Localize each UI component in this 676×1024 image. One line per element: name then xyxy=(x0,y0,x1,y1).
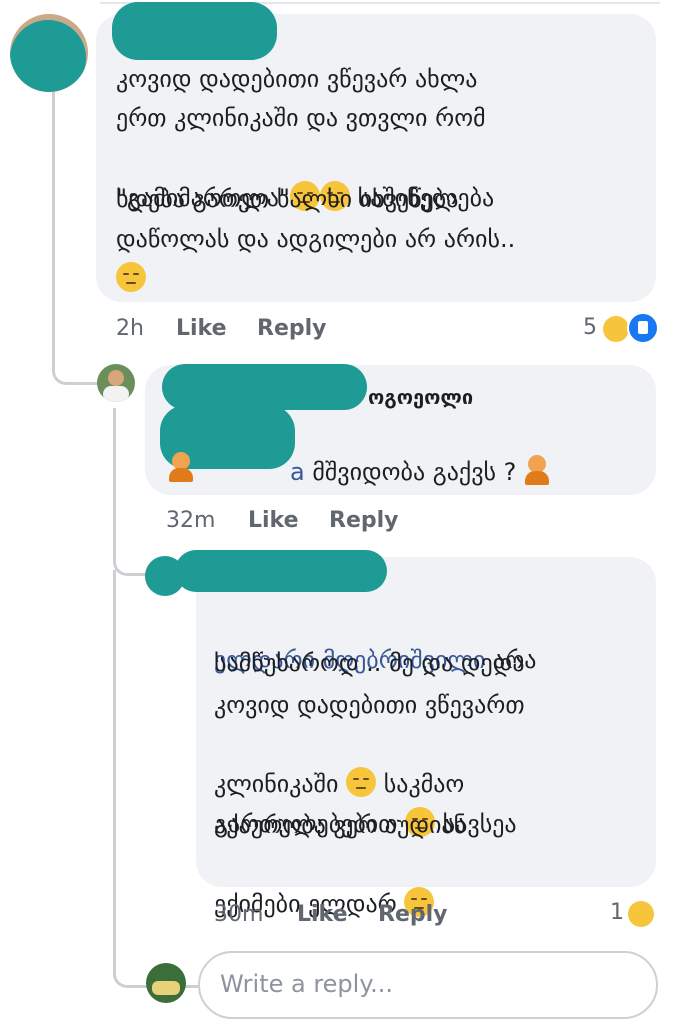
comment-text-line: ერთ კლინიკაში და ვთვლი რომ xyxy=(116,104,486,132)
thread-line-2 xyxy=(113,408,148,576)
reply-timestamp: 30m xyxy=(214,902,264,927)
thread-line-3 xyxy=(113,570,201,988)
like-reaction-icon[interactable] xyxy=(627,312,659,344)
sad-reaction-icon[interactable] xyxy=(603,316,629,342)
reply-input-placeholder: Write a reply... xyxy=(220,970,394,998)
reply-button[interactable]: Reply xyxy=(378,902,448,927)
reply-text-line: კოვიდ დადებითი ვწევართ xyxy=(214,691,525,719)
reply-text-line: სამწუხაროდ .. მე და დედა xyxy=(214,649,525,677)
reply-button[interactable]: Reply xyxy=(257,316,327,341)
name-redaction xyxy=(162,364,367,410)
name-redaction xyxy=(175,550,387,592)
reply-text-fragment: მშვიდობა გაქვს ? xyxy=(304,458,525,486)
comment-timestamp: 2h xyxy=(116,316,144,341)
reaction-count[interactable]: 1 xyxy=(610,900,624,925)
reply-text-line: აქაურობა ვერ აუდიან xyxy=(214,811,467,839)
current-user-avatar xyxy=(146,963,186,1003)
like-button[interactable]: Like xyxy=(248,508,299,533)
avatar-body xyxy=(103,386,129,402)
mention-link[interactable]: a xyxy=(290,458,305,486)
facepalm-emoji xyxy=(168,452,194,482)
avatar-detail xyxy=(152,981,180,995)
reply-name-fragment: ოგოეოლი xyxy=(368,385,474,409)
like-button[interactable]: Like xyxy=(297,902,348,927)
thumb-glyph xyxy=(638,321,648,334)
pensive-emoji xyxy=(116,262,146,292)
like-button[interactable]: Like xyxy=(176,316,227,341)
reply-button[interactable]: Reply xyxy=(329,508,399,533)
sad-reaction-icon[interactable] xyxy=(628,901,654,927)
comment-text-line: ხდება გარეთ ხალხი იხვეწება xyxy=(116,185,459,213)
avatar-redaction xyxy=(10,20,86,92)
reply-text-line: a მშვიდობა გაქვს ? xyxy=(290,414,550,492)
comment-text-line: კოვიდ დადებითი ვწევარ ახლა xyxy=(116,65,478,93)
commenter-avatar[interactable] xyxy=(10,14,88,92)
avatar-face xyxy=(108,370,124,386)
reply-timestamp: 32m xyxy=(166,508,216,533)
reaction-count[interactable]: 5 xyxy=(583,315,597,340)
reply-avatar[interactable] xyxy=(97,364,135,402)
comment-text-line: დაწოლას და ადგილები არ არის.. xyxy=(116,225,516,253)
facepalm-emoji xyxy=(524,455,550,485)
name-redaction xyxy=(112,2,277,60)
